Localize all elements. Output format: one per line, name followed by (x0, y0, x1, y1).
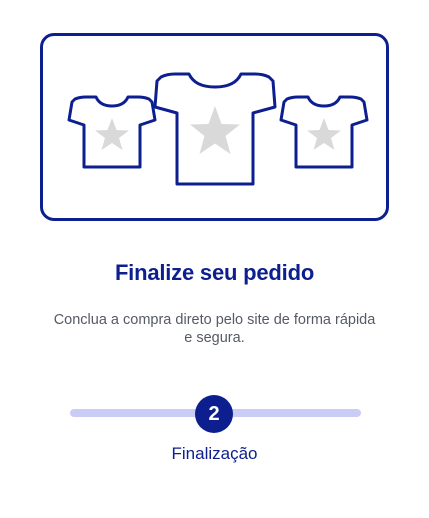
current-step-indicator: 2 (195, 395, 233, 433)
tshirt-icon (279, 95, 369, 169)
description-text: Conclua a compra direto pelo site de for… (53, 312, 376, 346)
tshirt-icon (67, 95, 157, 169)
page-title: Finalize seu pedido (114, 260, 315, 285)
step-label: Finalização (171, 444, 258, 463)
illustration-card (40, 33, 389, 221)
tshirts-illustration (67, 72, 369, 186)
tshirt-icon (153, 72, 277, 186)
